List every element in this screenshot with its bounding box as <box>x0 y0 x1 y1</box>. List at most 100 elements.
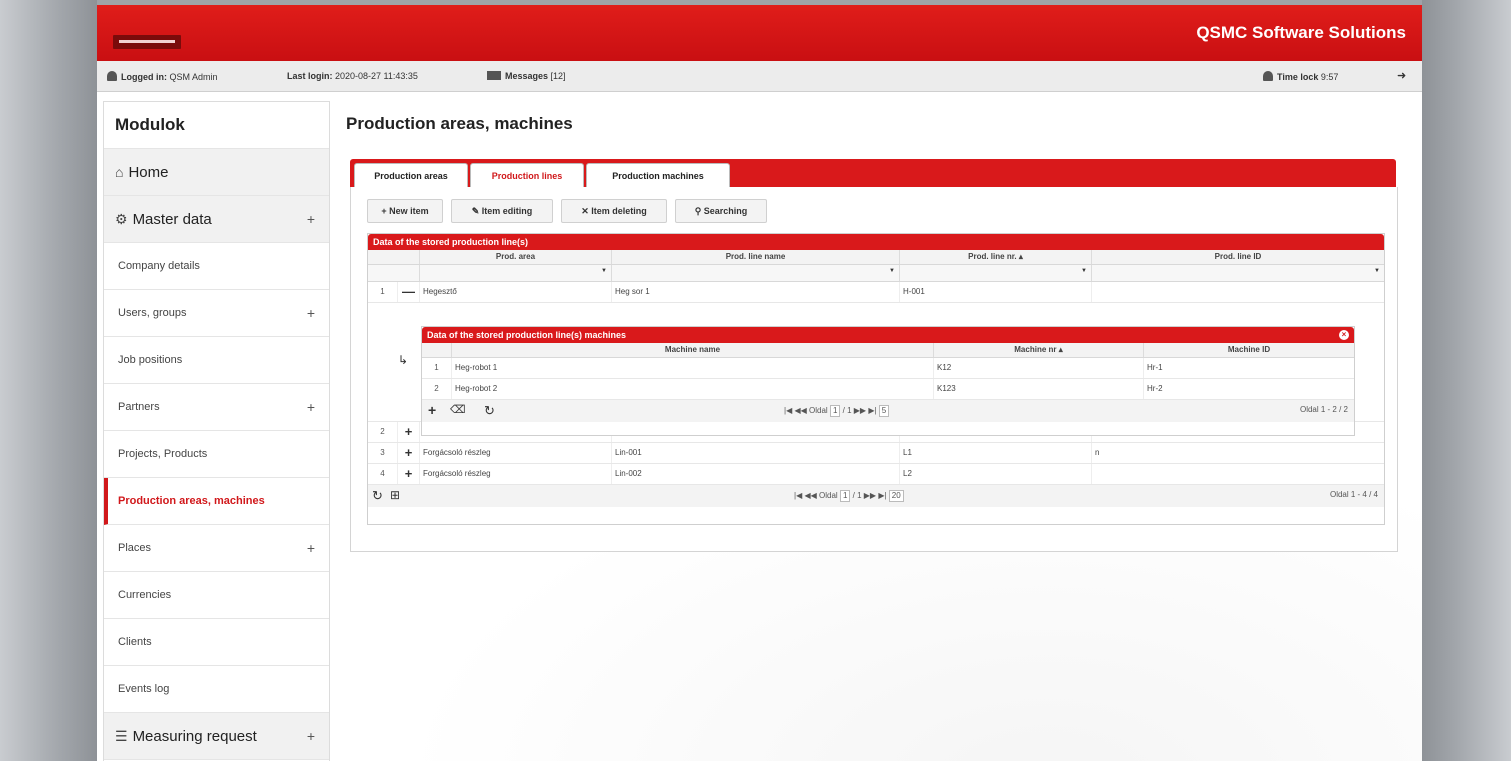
sidebar-item-clients[interactable]: Clients <box>104 619 329 666</box>
cell-machine-id: Hr-2 <box>1147 384 1163 393</box>
cell-prod-line-name: Lin-002 <box>612 464 900 484</box>
background-left <box>0 0 97 761</box>
sidebar-item-label: Partners <box>118 401 160 413</box>
row-number: 3 <box>368 443 398 463</box>
expand-plus-icon[interactable]: + <box>307 713 315 759</box>
header-prod-line-nr[interactable]: Prod. line nr. ▴ <box>900 250 1092 264</box>
expand-plus-icon[interactable]: + <box>307 290 315 336</box>
searching-label: Searching <box>703 206 748 216</box>
prev-page-icon[interactable]: ◀◀ <box>794 406 806 415</box>
refresh-icon[interactable]: ↻ <box>484 403 495 419</box>
prev-page-icon[interactable]: ◀◀ <box>804 491 816 500</box>
table-row[interactable]: 3 + Forgácsoló részleg Lin-001 L1 n <box>368 443 1384 464</box>
expand-icon[interactable]: + <box>398 464 420 484</box>
sidebar-item-projects-products[interactable]: Projects, Products <box>104 431 329 478</box>
expand-plus-icon[interactable]: + <box>307 384 315 430</box>
item-deleting-button[interactable]: ✕ Item deleting <box>561 199 667 223</box>
per-page-select[interactable]: 5 <box>878 405 890 417</box>
sidebar-item-home[interactable]: ⌂ Home <box>104 149 329 196</box>
filter-prod-line-nr[interactable]: ▼ <box>900 265 1092 281</box>
sidebar-item-partners[interactable]: Partners + <box>104 384 329 431</box>
sidebar-item-production-areas-machines[interactable]: Production areas, machines <box>104 478 329 525</box>
time-lock-label: Time lock <box>1277 72 1319 82</box>
new-item-button[interactable]: + New item <box>367 199 443 223</box>
expand-plus-icon[interactable]: + <box>307 196 315 242</box>
subgrid-row[interactable]: 2 Heg-robot 2 K123 Hr-2 <box>422 379 1354 400</box>
messages-count: [12] <box>550 71 566 81</box>
filter-prod-area[interactable]: ▼ <box>420 265 612 281</box>
app-window: QSMC Software Solutions Logged in: QSM A… <box>97 5 1422 761</box>
sidebar-item-label: Projects, Products <box>118 448 208 460</box>
sidebar-item-users-groups[interactable]: Users, groups + <box>104 290 329 337</box>
time-lock-info: Time lock 9:57 <box>1263 71 1338 82</box>
tab-production-lines[interactable]: Production lines <box>470 163 584 188</box>
refresh-icon[interactable]: ↻ <box>372 488 383 504</box>
sidebar-item-label: Users, groups <box>118 307 187 319</box>
sidebar-item-job-positions[interactable]: Job positions <box>104 337 329 384</box>
sidebar-item-events-log[interactable]: Events log <box>104 666 329 713</box>
sidebar-item-master-data[interactable]: ⚙ Master data + <box>104 196 329 243</box>
subgrid-row[interactable]: 1 Heg-robot 1 K12 Hr-1 <box>422 358 1354 379</box>
last-page-icon[interactable]: ▶| <box>878 491 886 500</box>
logged-in-label: Logged in: <box>121 72 167 82</box>
last-page-icon[interactable]: ▶| <box>868 406 876 415</box>
subheader-machine-id[interactable]: Machine ID <box>1144 343 1354 357</box>
subheader-machine-nr[interactable]: Machine nr ▴ <box>934 343 1144 357</box>
subpager-summary: Oldal 1 - 2 / 2 <box>1299 405 1348 414</box>
sidebar-item-label: Currencies <box>118 589 172 601</box>
expand-icon[interactable]: + <box>398 443 420 463</box>
add-icon[interactable]: + <box>428 402 436 418</box>
cell-prod-line-nr: L1 <box>900 443 1092 463</box>
tab-production-areas[interactable]: Production areas <box>354 163 468 188</box>
next-page-icon[interactable]: ▶▶ <box>864 491 876 500</box>
sidebar-item-label: Job positions <box>118 354 183 366</box>
header-prod-line-id[interactable]: Prod. line ID <box>1092 250 1384 264</box>
header-prod-area[interactable]: Prod. area <box>420 250 612 264</box>
page-label: Oldal <box>819 491 838 500</box>
sidebar-item-currencies[interactable]: Currencies <box>104 572 329 619</box>
filter-blank <box>368 265 420 281</box>
table-row[interactable]: 4 + Forgácsoló részleg Lin-002 L2 <box>368 464 1384 485</box>
sidebar-item-company-details[interactable]: Company details <box>104 243 329 290</box>
top-header: QSMC Software Solutions <box>97 5 1422 61</box>
dropdown-caret-icon: ▼ <box>1374 268 1380 274</box>
expand-icon[interactable]: + <box>398 422 420 442</box>
next-page-icon[interactable]: ▶▶ <box>854 406 866 415</box>
subgrid-caption-text: Data of the stored production line(s) ma… <box>427 330 627 340</box>
logout-icon[interactable]: ➜ <box>1397 69 1406 82</box>
close-icon[interactable]: × <box>1339 330 1349 340</box>
per-page-select[interactable]: 20 <box>888 490 904 502</box>
status-bar: Logged in: QSM Admin Last login: 2020-08… <box>97 61 1422 92</box>
last-login-value: 2020-08-27 11:43:35 <box>335 71 418 81</box>
table-row[interactable]: 1 — Hegesztő Heg sor 1 H-001 <box>368 282 1384 303</box>
trash-icon[interactable]: ⌫ <box>450 403 466 416</box>
home-icon: ⌂ <box>115 164 124 180</box>
header-rownum-cell <box>368 250 420 264</box>
machines-subgrid: Data of the stored production line(s) ma… <box>421 326 1355 436</box>
searching-button[interactable]: ⚲ Searching <box>675 199 767 223</box>
columns-icon[interactable]: ⊞ <box>390 488 400 502</box>
main-pager: ↻ ⊞ |◀ ◀◀ Oldal 1 / 1 ▶▶ ▶| 20 Oldal 1 -… <box>368 485 1384 507</box>
page-input[interactable]: 1 <box>839 490 851 502</box>
tab-production-machines[interactable]: Production machines <box>586 163 730 188</box>
first-page-icon[interactable]: |◀ <box>784 406 792 415</box>
expand-plus-icon[interactable]: + <box>307 525 315 571</box>
grid-caption: Data of the stored production line(s) <box>368 234 1384 250</box>
filter-prod-line-id[interactable]: ▼ <box>1092 265 1384 281</box>
filter-prod-line-name[interactable]: ▼ <box>612 265 900 281</box>
header-prod-line-name[interactable]: Prod. line name <box>612 250 900 264</box>
page-label: Oldal <box>809 406 828 415</box>
sidebar-item-places[interactable]: Places + <box>104 525 329 572</box>
first-page-icon[interactable]: |◀ <box>794 491 802 500</box>
sidebar-item-label: Clients <box>118 636 152 648</box>
sidebar-item-measuring-request[interactable]: ☰ Measuring request + <box>104 713 329 760</box>
dropdown-caret-icon: ▼ <box>889 268 895 274</box>
subheader-machine-name[interactable]: Machine name <box>452 343 934 357</box>
item-editing-button[interactable]: ✎ Item editing <box>451 199 553 223</box>
sidebar-item-label: Events log <box>118 683 170 695</box>
sidebar-item-label: Company details <box>118 260 200 272</box>
collapse-icon[interactable]: — <box>398 282 420 302</box>
messages-link[interactable]: Messages [12] <box>487 71 566 81</box>
page-input[interactable]: 1 <box>829 405 841 417</box>
company-logo[interactable] <box>113 35 181 49</box>
